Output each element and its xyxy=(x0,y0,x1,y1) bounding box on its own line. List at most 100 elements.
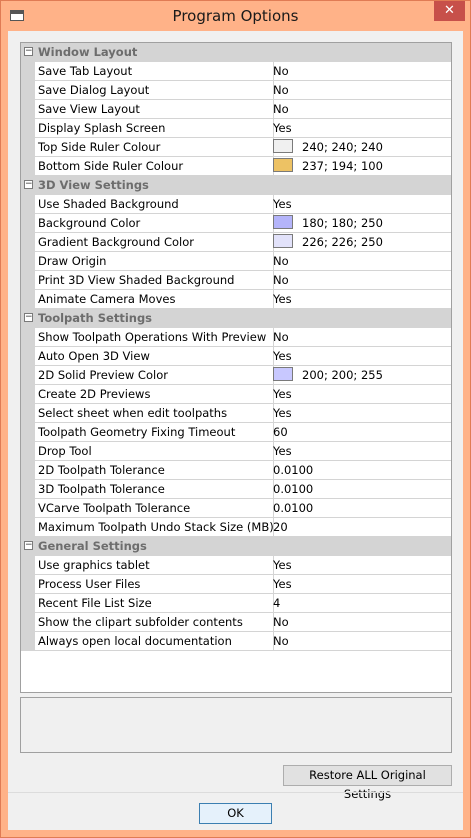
property-value[interactable]: 20 xyxy=(271,518,451,537)
property-value[interactable]: No xyxy=(271,252,451,271)
row-gutter xyxy=(21,157,35,176)
property-value[interactable]: Yes xyxy=(271,195,451,214)
property-row[interactable]: 2D Solid Preview Color 200; 200; 255 xyxy=(21,366,451,385)
collapse-icon[interactable]: − xyxy=(24,180,33,189)
property-name: Always open local documentation xyxy=(35,632,274,651)
row-gutter xyxy=(21,195,35,214)
category-header[interactable]: − Window Layout xyxy=(21,43,451,62)
collapse-icon[interactable]: − xyxy=(24,47,33,56)
property-row[interactable]: Animate Camera Moves Yes xyxy=(21,290,451,309)
property-row[interactable]: Save Tab Layout No xyxy=(21,62,451,81)
color-swatch[interactable] xyxy=(273,158,293,172)
row-gutter xyxy=(21,366,35,385)
property-row[interactable]: VCarve Toolpath Tolerance 0.0100 xyxy=(21,499,451,518)
property-row[interactable]: Create 2D Previews Yes xyxy=(21,385,451,404)
color-swatch[interactable] xyxy=(273,234,293,248)
property-value[interactable]: Yes xyxy=(271,347,451,366)
property-name: Select sheet when edit toolpaths xyxy=(35,404,274,423)
restore-defaults-button[interactable]: Restore ALL Original Settings xyxy=(283,765,452,801)
property-row[interactable]: Select sheet when edit toolpaths Yes xyxy=(21,404,451,423)
property-row[interactable]: Process User Files Yes xyxy=(21,575,451,594)
color-swatch[interactable] xyxy=(273,139,293,153)
property-value[interactable]: 0.0100 xyxy=(271,480,451,499)
property-row[interactable]: 3D Toolpath Tolerance 0.0100 xyxy=(21,480,451,499)
property-value[interactable]: No xyxy=(271,62,451,81)
property-value[interactable]: Yes xyxy=(271,119,451,138)
row-gutter xyxy=(21,138,35,157)
property-row[interactable]: Gradient Background Color 226; 226; 250 xyxy=(21,233,451,252)
property-value-text: Yes xyxy=(273,444,292,458)
property-value[interactable]: Yes xyxy=(271,442,451,461)
property-value[interactable]: 237; 194; 100 xyxy=(271,157,451,176)
property-row[interactable]: Bottom Side Ruler Colour 237; 194; 100 xyxy=(21,157,451,176)
property-row[interactable]: Save Dialog Layout No xyxy=(21,81,451,100)
separator xyxy=(8,792,463,793)
property-value[interactable]: 60 xyxy=(271,423,451,442)
close-button[interactable]: ✕ xyxy=(434,1,465,21)
property-value[interactable]: No xyxy=(271,328,451,347)
property-row[interactable]: Drop Tool Yes xyxy=(21,442,451,461)
description-panel xyxy=(20,697,452,753)
property-value-text: 4 xyxy=(273,596,281,610)
property-row[interactable]: Show Toolpath Operations With Preview No xyxy=(21,328,451,347)
property-row[interactable]: Use Shaded Background Yes xyxy=(21,195,451,214)
color-swatch[interactable] xyxy=(273,215,293,229)
property-row[interactable]: Use graphics tablet Yes xyxy=(21,556,451,575)
property-value[interactable]: 0.0100 xyxy=(271,461,451,480)
dialog-client-area: − Window Layout Save Tab Layout No Save Dial… xyxy=(8,31,463,830)
property-value-text: 0.0100 xyxy=(273,501,314,515)
row-gutter xyxy=(21,290,35,309)
property-value-text: No xyxy=(273,254,289,268)
collapse-icon[interactable]: − xyxy=(24,541,33,550)
property-value[interactable]: No xyxy=(271,613,451,632)
ok-button[interactable]: OK xyxy=(199,803,272,824)
property-row[interactable]: Auto Open 3D View Yes xyxy=(21,347,451,366)
property-value[interactable]: No xyxy=(271,81,451,100)
row-gutter xyxy=(21,328,35,347)
property-grid[interactable]: − Window Layout Save Tab Layout No Save Dial… xyxy=(20,42,452,693)
property-row[interactable]: Always open local documentation No xyxy=(21,632,451,651)
property-value[interactable]: 226; 226; 250 xyxy=(271,233,451,252)
category-header[interactable]: − General Settings xyxy=(21,537,451,556)
property-row[interactable]: Recent File List Size 4 xyxy=(21,594,451,613)
property-row[interactable]: Display Splash Screen Yes xyxy=(21,119,451,138)
property-value-text: No xyxy=(273,64,289,78)
title-bar[interactable]: Program Options ✕ xyxy=(1,1,470,31)
property-row[interactable]: Top Side Ruler Colour 240; 240; 240 xyxy=(21,138,451,157)
property-row[interactable]: Toolpath Geometry Fixing Timeout 60 xyxy=(21,423,451,442)
row-gutter xyxy=(21,404,35,423)
property-value[interactable]: No xyxy=(271,632,451,651)
property-value[interactable]: Yes xyxy=(271,290,451,309)
property-row[interactable]: Show the clipart subfolder contents No xyxy=(21,613,451,632)
property-row[interactable]: Save View Layout No xyxy=(21,100,451,119)
property-row[interactable]: Draw Origin No xyxy=(21,252,451,271)
property-value[interactable]: 4 xyxy=(271,594,451,613)
color-swatch[interactable] xyxy=(273,367,293,381)
property-value[interactable]: 180; 180; 250 xyxy=(271,214,451,233)
category-header[interactable]: − Toolpath Settings xyxy=(21,309,451,328)
property-value[interactable]: Yes xyxy=(271,556,451,575)
property-row[interactable]: Print 3D View Shaded Background No xyxy=(21,271,451,290)
property-row[interactable]: 2D Toolpath Tolerance 0.0100 xyxy=(21,461,451,480)
property-value[interactable]: 0.0100 xyxy=(271,499,451,518)
property-value[interactable]: 240; 240; 240 xyxy=(271,138,451,157)
category-header[interactable]: −3D View Settings xyxy=(21,176,451,195)
property-value[interactable]: Yes xyxy=(271,575,451,594)
property-row[interactable]: Maximum Toolpath Undo Stack Size (MB) 20 xyxy=(21,518,451,537)
property-value[interactable]: Yes xyxy=(271,404,451,423)
collapse-icon[interactable]: − xyxy=(24,313,33,322)
property-name: Toolpath Geometry Fixing Timeout xyxy=(35,423,274,442)
property-value[interactable]: No xyxy=(271,271,451,290)
property-value[interactable]: No xyxy=(271,100,451,119)
property-row[interactable]: Background Color 180; 180; 250 xyxy=(21,214,451,233)
row-gutter xyxy=(21,594,35,613)
row-gutter xyxy=(21,632,35,651)
property-value[interactable]: 200; 200; 255 xyxy=(271,366,451,385)
property-value-text: 200; 200; 255 xyxy=(302,368,383,382)
category-label: 3D View Settings xyxy=(38,178,149,192)
property-value-text: 237; 194; 100 xyxy=(302,159,383,173)
property-value[interactable]: Yes xyxy=(271,385,451,404)
row-gutter xyxy=(21,62,35,81)
property-value-text: 0.0100 xyxy=(273,463,314,477)
property-name: Bottom Side Ruler Colour xyxy=(35,157,274,176)
